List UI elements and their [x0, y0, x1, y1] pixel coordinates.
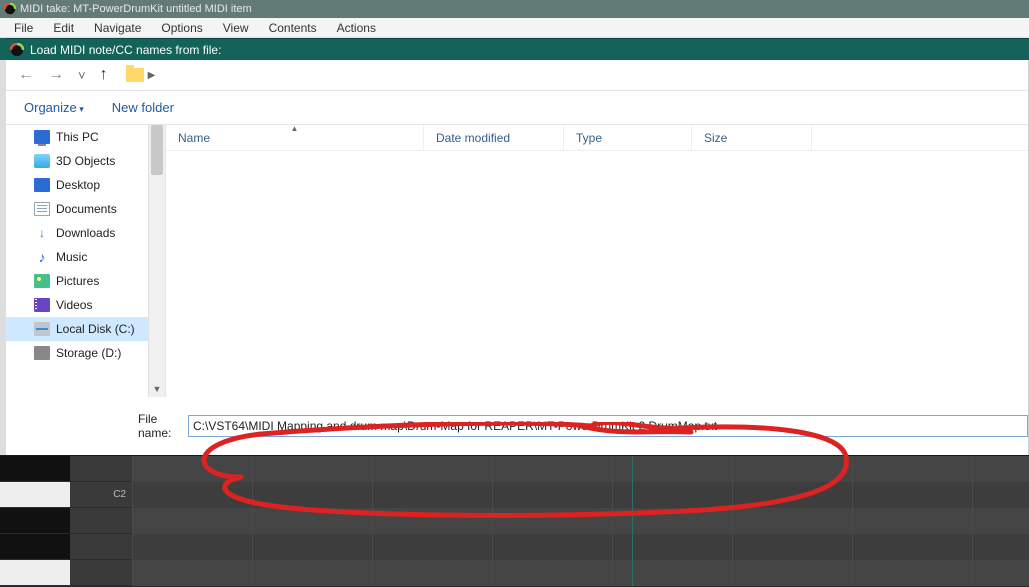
menu-view[interactable]: View [213, 19, 259, 37]
tree-item-storage-d-[interactable]: Storage (D:) [6, 341, 165, 365]
navigation-tree[interactable]: This PC 3D Objects Desktop Documents Downloa… [6, 125, 166, 397]
nav-back-icon[interactable]: ← [18, 66, 34, 84]
file-open-dialog: ← → ˅ ↑ ▶ Organize New folder This PC 3D … [6, 60, 1029, 455]
storage-icon [34, 346, 50, 360]
file-name-row: File name: [6, 397, 1028, 455]
dialog-nav-row: ← → ˅ ↑ ▶ [6, 60, 1028, 90]
file-name-label: File name: [138, 412, 180, 440]
menu-navigate[interactable]: Navigate [84, 19, 151, 37]
nav-recent-icon[interactable]: ˅ [78, 68, 86, 83]
playhead-line [632, 456, 633, 586]
menu-file[interactable]: File [4, 19, 43, 37]
column-type[interactable]: Type [564, 125, 692, 150]
key-label-c2: C2 [70, 482, 132, 507]
tree-item-documents[interactable]: Documents [6, 197, 165, 221]
file-list-pane[interactable]: Name ▲ Date modified Type Size [166, 125, 1028, 397]
menu-contents[interactable]: Contents [259, 19, 327, 37]
music-icon [34, 250, 50, 264]
organize-button[interactable]: Organize [24, 100, 84, 115]
piano-white-key[interactable] [0, 560, 70, 585]
tree-item-label: Desktop [56, 178, 100, 192]
sort-ascending-icon: ▲ [291, 124, 299, 133]
tree-item-pictures[interactable]: Pictures [6, 269, 165, 293]
piano-black-key[interactable] [0, 534, 70, 559]
dl-icon [34, 226, 50, 240]
tree-item-label: Videos [56, 298, 92, 312]
piano-white-key[interactable] [0, 482, 70, 507]
parent-menubar: File Edit Navigate Options View Contents… [0, 18, 1029, 38]
column-size[interactable]: Size [692, 125, 812, 150]
pic-icon [34, 274, 50, 288]
doc-icon [34, 202, 50, 216]
scroll-thumb[interactable] [151, 125, 163, 175]
parent-window-titlebar: MIDI take: MT-PowerDrumKit untitled MIDI… [0, 0, 1029, 18]
tree-item-this-pc[interactable]: This PC [6, 125, 165, 149]
cube-icon [34, 154, 50, 168]
tree-item-label: Storage (D:) [56, 346, 121, 360]
video-icon [34, 298, 50, 312]
tree-scrollbar[interactable]: ▲ ▼ [148, 125, 165, 397]
piano-black-key[interactable] [0, 456, 70, 481]
new-folder-button[interactable]: New folder [112, 100, 174, 115]
file-name-input[interactable] [188, 415, 1028, 437]
tree-item-label: This PC [56, 130, 99, 144]
breadcrumb[interactable]: ▶ [126, 68, 156, 82]
parent-window-title: MIDI take: MT-PowerDrumKit untitled MIDI… [20, 3, 252, 15]
tree-item-videos[interactable]: Videos [6, 293, 165, 317]
midi-grid[interactable] [132, 456, 1029, 586]
tree-item-desktop[interactable]: Desktop [6, 173, 165, 197]
tree-item-local-disk-c-[interactable]: Local Disk (C:) [6, 317, 165, 341]
scroll-down-icon[interactable]: ▼ [149, 381, 165, 397]
dialog-toolbar: Organize New folder [6, 91, 1028, 125]
reaper-logo-icon [10, 43, 24, 57]
column-date[interactable]: Date modified [424, 125, 564, 150]
menu-options[interactable]: Options [151, 19, 212, 37]
tree-item-label: 3D Objects [56, 154, 115, 168]
disk-icon [34, 322, 50, 336]
nav-up-icon[interactable]: ↑ [100, 66, 108, 84]
column-name[interactable]: Name ▲ [166, 125, 424, 150]
tree-item-downloads[interactable]: Downloads [6, 221, 165, 245]
nav-forward-icon[interactable]: → [48, 66, 64, 84]
piano-black-key[interactable] [0, 508, 70, 533]
reaper-logo-icon [4, 3, 16, 15]
tree-item-label: Music [56, 250, 87, 264]
file-dialog-title: Load MIDI note/CC names from file: [30, 43, 221, 57]
desk-icon [34, 178, 50, 192]
file-dialog-titlebar: Load MIDI note/CC names from file: [6, 38, 1029, 60]
tree-item-label: Local Disk (C:) [56, 322, 135, 336]
tree-item-label: Documents [56, 202, 117, 216]
menu-edit[interactable]: Edit [43, 19, 84, 37]
menu-actions[interactable]: Actions [327, 19, 386, 37]
pc-icon [34, 130, 50, 144]
tree-item-3d-objects[interactable]: 3D Objects [6, 149, 165, 173]
tree-item-music[interactable]: Music [6, 245, 165, 269]
piano-keys-column[interactable]: C2 [0, 456, 132, 586]
chevron-right-icon[interactable]: ▶ [148, 70, 156, 81]
tree-item-label: Pictures [56, 274, 99, 288]
column-headers: Name ▲ Date modified Type Size [166, 125, 1028, 151]
tree-item-label: Downloads [56, 226, 115, 240]
midi-piano-roll: C2 [0, 455, 1029, 586]
folder-icon [126, 68, 144, 82]
